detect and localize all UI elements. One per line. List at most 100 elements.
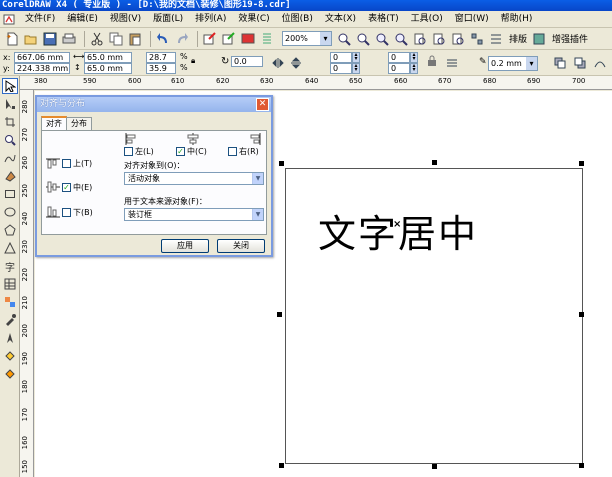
menu-window[interactable]: 窗口(W): [449, 11, 495, 28]
blend-tool-icon[interactable]: [2, 294, 18, 310]
mirror-horizontal-icon[interactable]: [270, 55, 286, 71]
plugin-button[interactable]: 增强插件: [552, 32, 588, 45]
menu-edit[interactable]: 编辑(E): [61, 11, 104, 28]
fill-tool-icon[interactable]: [2, 348, 18, 364]
paste-icon[interactable]: [127, 31, 143, 47]
zoom-height-icon[interactable]: [450, 31, 466, 47]
align-to-select[interactable]: 活动对象 ▼: [124, 172, 264, 185]
zoom-page-icon[interactable]: [412, 31, 428, 47]
menu-table[interactable]: 表格(T): [362, 11, 405, 28]
text-tool-icon[interactable]: 字: [2, 258, 18, 274]
interactive-fill-icon[interactable]: [2, 366, 18, 382]
open-folder-icon[interactable]: [23, 31, 39, 47]
lock-ratio-icon[interactable]: 🔒︎: [191, 56, 195, 66]
smart-fill-icon[interactable]: [2, 168, 18, 184]
selection-handle[interactable]: [279, 463, 284, 468]
menu-effects[interactable]: 效果(C): [232, 11, 275, 28]
menu-view[interactable]: 视图(V): [104, 11, 147, 28]
apply-button[interactable]: 应用: [161, 239, 209, 253]
copy-icon[interactable]: [108, 31, 124, 47]
menu-tools[interactable]: 工具(O): [405, 11, 449, 28]
text-source-select[interactable]: 装订框 ▼: [124, 208, 264, 221]
outline-width-select[interactable]: 0.2 mm ▾: [488, 56, 538, 71]
spinner-icon[interactable]: ▴ ▾: [410, 63, 418, 74]
align-right-checkbox[interactable]: 右(R): [228, 146, 259, 157]
snap-icon[interactable]: [469, 31, 485, 47]
pick-tool-icon[interactable]: [2, 78, 18, 94]
rectangle-tool-icon[interactable]: [2, 186, 18, 202]
arrange-icon[interactable]: [488, 31, 504, 47]
align-bottom-checkbox[interactable]: 下(B): [62, 207, 93, 218]
freehand-tool-icon[interactable]: [2, 150, 18, 166]
cut-icon[interactable]: [89, 31, 105, 47]
width-input[interactable]: 65.0 mm: [84, 52, 132, 63]
undo-icon[interactable]: [155, 31, 171, 47]
close-icon[interactable]: ✕: [256, 98, 269, 111]
selection-handle[interactable]: [279, 161, 284, 166]
to-back-icon[interactable]: [572, 55, 588, 71]
menu-file[interactable]: 文件(F): [19, 11, 61, 28]
selection-handle[interactable]: [579, 161, 584, 166]
y-position-input[interactable]: 224.338 mm: [14, 63, 70, 74]
vertical-ruler[interactable]: 280 270 260 250 240 230 220 210 200 190 …: [20, 90, 34, 477]
print-icon[interactable]: [61, 31, 77, 47]
align-left-checkbox[interactable]: 左(L): [124, 146, 154, 157]
to-front-icon[interactable]: [552, 55, 568, 71]
mirror-vertical-icon[interactable]: [288, 55, 304, 71]
wrap-text-icon[interactable]: [444, 55, 460, 71]
zoom-width-icon[interactable]: [431, 31, 447, 47]
selection-handle[interactable]: [579, 312, 584, 317]
polygon-tool-icon[interactable]: [2, 222, 18, 238]
application-launcher-icon[interactable]: [240, 31, 256, 47]
align-top-checkbox[interactable]: 上(T): [62, 158, 92, 169]
export-icon[interactable]: [221, 31, 237, 47]
selection-handle[interactable]: [432, 160, 437, 165]
close-button[interactable]: 关闭: [217, 239, 265, 253]
centered-text-object[interactable]: 文字居中: [318, 203, 478, 258]
offset-1-input[interactable]: 0: [330, 52, 352, 63]
offset-3-input[interactable]: 0: [388, 52, 410, 63]
app-logo-icon[interactable]: [2, 13, 16, 25]
selection-handle[interactable]: [277, 312, 282, 317]
plugin-icon[interactable]: [531, 31, 547, 47]
shape-tool-icon[interactable]: [2, 96, 18, 112]
redo-icon[interactable]: [174, 31, 190, 47]
outline-tool-icon[interactable]: [2, 330, 18, 346]
zoom-all-icon[interactable]: [393, 31, 409, 47]
corner-lock-icon[interactable]: [424, 53, 440, 69]
menu-arrange[interactable]: 排列(A): [189, 11, 232, 28]
welcome-screen-icon[interactable]: [259, 31, 275, 47]
spinner-icon[interactable]: ▴ ▾: [352, 63, 360, 74]
offset-4-input[interactable]: 0: [388, 63, 410, 74]
x-position-input[interactable]: 667.06 mm: [14, 52, 70, 63]
selection-handle[interactable]: [579, 463, 584, 468]
menu-text[interactable]: 文本(X): [319, 11, 362, 28]
zoom-level-select[interactable]: 200% ▾: [282, 31, 332, 46]
tab-align[interactable]: 对齐: [41, 116, 67, 130]
zoom-tool-icon[interactable]: [2, 132, 18, 148]
crop-tool-icon[interactable]: [2, 114, 18, 130]
ellipse-tool-icon[interactable]: [2, 204, 18, 220]
height-input[interactable]: 65.0 mm: [84, 63, 132, 74]
new-document-icon[interactable]: ✦: [4, 31, 20, 47]
dialog-title[interactable]: 对齐与分布: [37, 97, 271, 112]
zoom-selected-icon[interactable]: [374, 31, 390, 47]
rotation-input[interactable]: 0.0: [231, 56, 263, 67]
menu-help[interactable]: 帮助(H): [495, 11, 539, 28]
scale-y-input[interactable]: 35.9: [146, 63, 176, 74]
arrange-button[interactable]: 排版: [509, 32, 527, 45]
table-tool-icon[interactable]: [2, 276, 18, 292]
menu-layout[interactable]: 版面(L): [147, 11, 189, 28]
align-center-v-checkbox[interactable]: ✓ 中(E): [62, 182, 92, 193]
convert-to-curves-icon[interactable]: [592, 55, 608, 71]
offset-2-input[interactable]: 0: [330, 63, 352, 74]
menu-bitmaps[interactable]: 位图(B): [276, 11, 319, 28]
save-icon[interactable]: [42, 31, 58, 47]
align-center-h-checkbox[interactable]: ✓ 中(C): [176, 146, 207, 157]
zoom-in-icon[interactable]: [336, 31, 352, 47]
tab-distribute[interactable]: 分布: [66, 117, 92, 130]
eyedropper-tool-icon[interactable]: [2, 312, 18, 328]
import-icon[interactable]: [202, 31, 218, 47]
selection-handle[interactable]: [432, 464, 437, 469]
zoom-out-icon[interactable]: [355, 31, 371, 47]
